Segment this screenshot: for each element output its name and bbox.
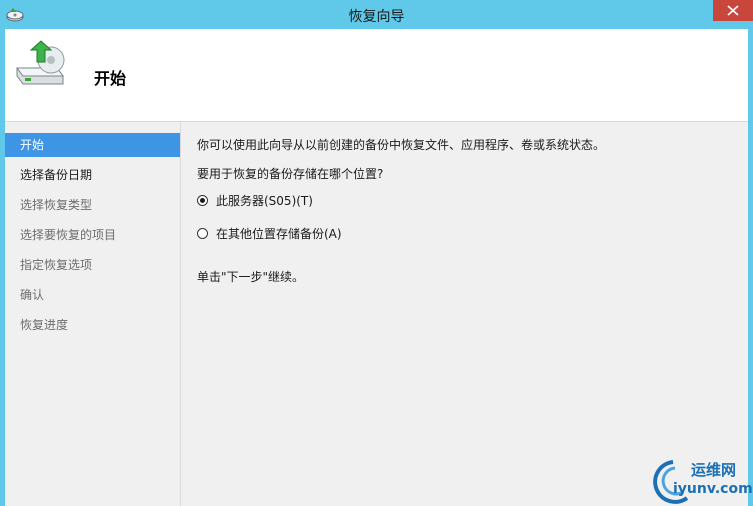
- nav-step-select-items: 选择要恢复的项目: [20, 228, 117, 242]
- nav-step-start[interactable]: 开始: [5, 133, 180, 157]
- intro-text: 你可以使用此向导从以前创建的备份中恢复文件、应用程序、卷或系统状态。: [197, 138, 606, 152]
- option-this-server-label: 此服务器(S05)(T): [216, 193, 313, 208]
- close-icon: [727, 5, 739, 16]
- radio-button-selected[interactable]: [197, 194, 208, 206]
- next-hint-text: 单击"下一步"继续。: [197, 270, 305, 284]
- nav-step-confirm: 确认: [20, 288, 45, 302]
- watermark-url: iyunv.com: [673, 481, 753, 497]
- option-other-location-label: 在其他位置存储备份(A): [216, 226, 342, 241]
- restore-drive-icon: [16, 40, 65, 85]
- wizard-content: 你可以使用此向导从以前创建的备份中恢复文件、应用程序、卷或系统状态。 要用于恢复…: [181, 122, 748, 506]
- title-bar[interactable]: 恢复向导: [0, 0, 753, 29]
- wizard-steps-nav: 开始 选择备份日期 选择恢复类型 选择要恢复的项目 指定恢复选项 确认 恢复进度: [5, 122, 181, 506]
- option-other-location[interactable]: 在其他位置存储备份(A): [197, 225, 342, 241]
- wizard-client-area: 开始 开始 选择备份日期 选择恢复类型 选择要恢复的项目 指定恢复选项 确认 恢…: [5, 29, 748, 506]
- wizard-header: 开始: [5, 29, 748, 122]
- close-button[interactable]: [713, 0, 753, 21]
- radio-button[interactable]: [197, 227, 208, 239]
- nav-step-progress: 恢复进度: [20, 318, 69, 332]
- watermark-title: 运维网: [691, 461, 737, 479]
- location-question: 要用于恢复的备份存储在哪个位置?: [197, 167, 384, 181]
- window-title: 恢复向导: [348, 9, 405, 25]
- nav-step-select-backup-date[interactable]: 选择备份日期: [5, 163, 180, 187]
- site-watermark: 运维网 iyunv.com: [647, 456, 753, 506]
- option-this-server[interactable]: 此服务器(S05)(T): [197, 192, 313, 208]
- page-title: 开始: [94, 69, 127, 88]
- nav-step-recovery-options: 指定恢复选项: [20, 258, 93, 272]
- nav-step-select-recovery-type: 选择恢复类型: [20, 198, 93, 212]
